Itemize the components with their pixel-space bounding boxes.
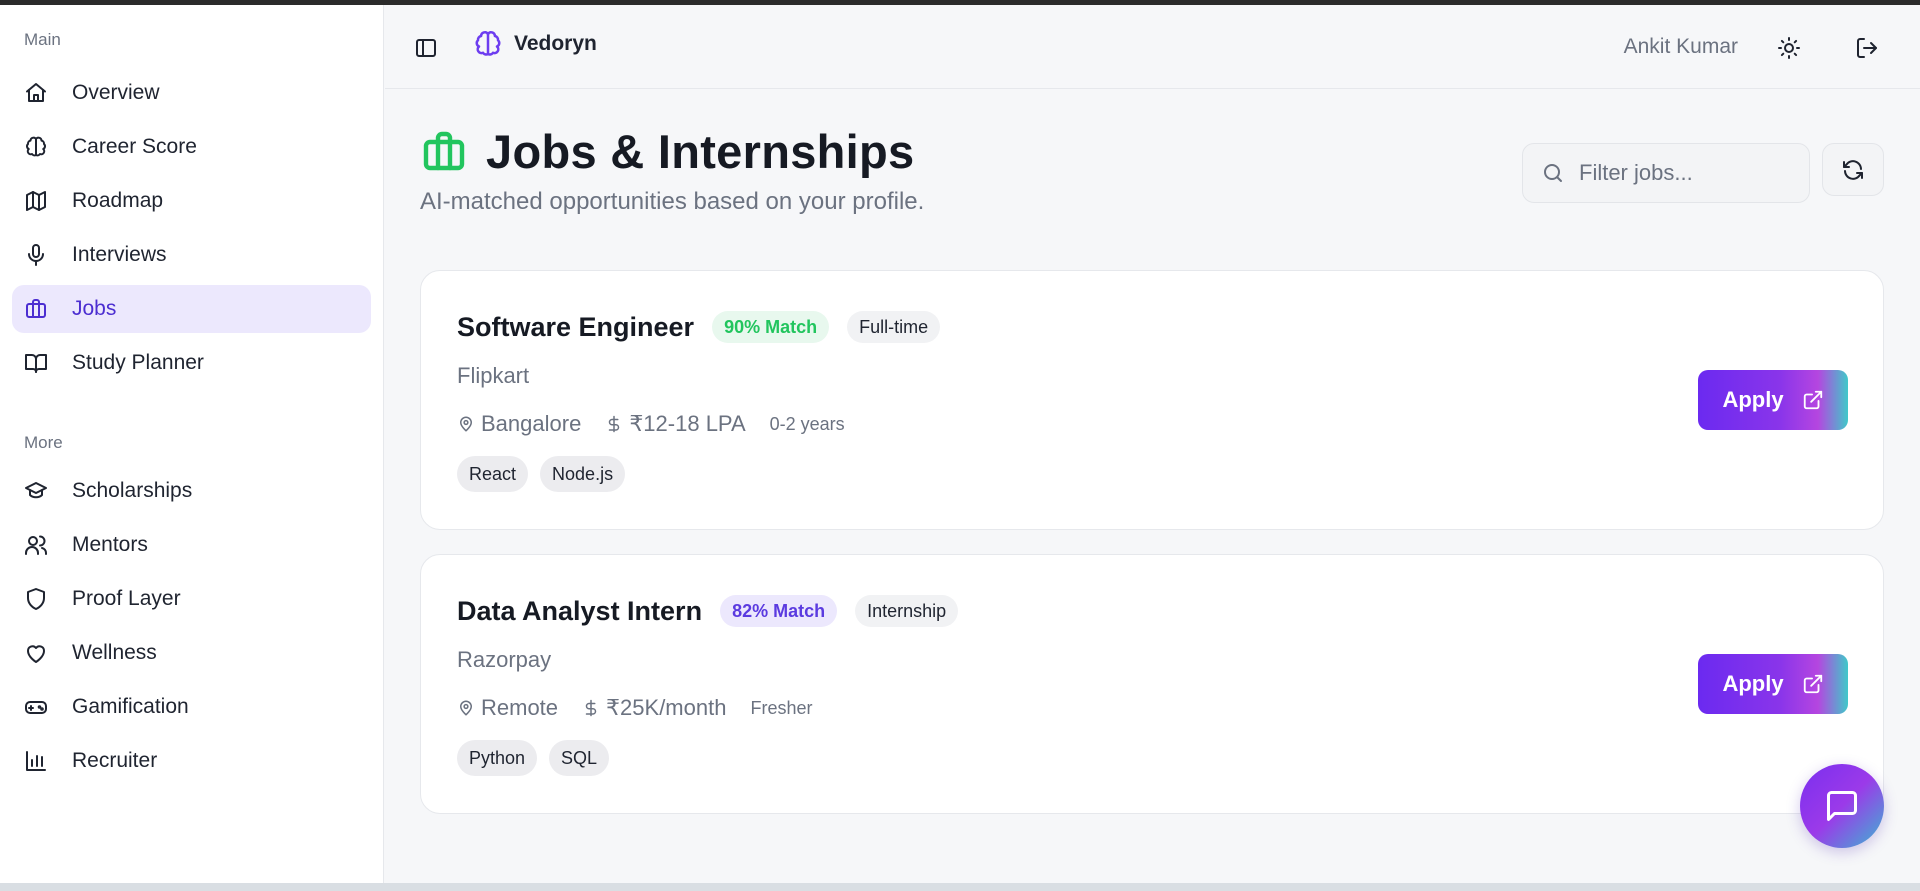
- match-badge: 82% Match: [720, 595, 838, 627]
- salary-text: ₹12-18 LPA: [629, 411, 746, 436]
- company-name: Flipkart: [457, 363, 530, 388]
- sidebar-item-scholarships[interactable]: Scholarships: [12, 467, 371, 515]
- job-salary: ₹12-18 LPA: [605, 411, 746, 437]
- sidebar-item-gamification[interactable]: Gamification: [12, 683, 371, 731]
- sidebar-item-label: Mentors: [72, 533, 148, 556]
- heart-icon: [24, 641, 48, 665]
- dollar-icon: [609, 415, 620, 433]
- microphone-icon: [24, 243, 48, 267]
- company-name: Razorpay: [457, 647, 552, 672]
- sidebar-item-label: Roadmap: [72, 189, 164, 212]
- job-location: Remote: [457, 695, 558, 721]
- graduation-cap-icon: [24, 479, 48, 503]
- sidebar-item-recruiter[interactable]: Recruiter: [12, 737, 371, 785]
- brain-icon: [24, 135, 48, 159]
- toggle-sidebar-button[interactable]: [411, 33, 441, 63]
- brain-logo-icon: [475, 31, 501, 56]
- briefcase-icon: [423, 131, 465, 170]
- logout-button[interactable]: [1851, 32, 1883, 64]
- external-link-icon: [1803, 674, 1822, 694]
- sidebar-item-proof-layer[interactable]: Proof Layer: [12, 575, 371, 623]
- dollar-icon: [585, 699, 597, 717]
- sidebar-item-label: Overview: [72, 81, 160, 104]
- panel-left-icon: [416, 39, 436, 57]
- job-title[interactable]: Software Engineer: [457, 312, 694, 343]
- sidebar-item-label: Wellness: [72, 641, 157, 664]
- location-text: Remote: [481, 695, 559, 720]
- skill-chip: Node.js: [540, 456, 626, 492]
- job-card: Software Engineer 90% Match Full-time Fl…: [420, 270, 1884, 530]
- job-title[interactable]: Data Analyst Intern: [457, 596, 702, 627]
- gamepad-icon: [24, 695, 48, 719]
- page-title: Jobs & Internships: [486, 125, 915, 178]
- job-type-badge: Internship: [855, 595, 959, 627]
- skill-chip: SQL: [549, 740, 610, 776]
- external-link-icon: [1803, 390, 1822, 410]
- logout-icon: [1857, 38, 1877, 58]
- apply-label: Apply: [1722, 387, 1784, 412]
- sidebar-item-wellness[interactable]: Wellness: [12, 629, 371, 677]
- sidebar-item-label: Proof Layer: [72, 587, 181, 610]
- chat-button[interactable]: [1800, 764, 1884, 848]
- bar-chart-icon: [24, 749, 48, 773]
- job-location: Bangalore: [457, 411, 581, 437]
- refresh-icon: [1843, 159, 1863, 180]
- job-type-badge: Full-time: [847, 311, 941, 343]
- message-square-icon: [1827, 791, 1857, 821]
- top-header: Vedoryn Ankit Kumar: [385, 5, 1920, 89]
- map-pin-icon: [460, 416, 472, 432]
- page-subtitle: AI-matched opportunities based on your p…: [420, 188, 925, 215]
- section-label-more: More: [24, 433, 63, 452]
- sidebar-item-label: Study Planner: [72, 351, 204, 374]
- refresh-button[interactable]: [1822, 143, 1884, 196]
- map-icon: [24, 189, 48, 213]
- sidebar-item-study-planner[interactable]: Study Planner: [12, 339, 371, 387]
- sidebar-item-label: Gamification: [72, 695, 189, 718]
- sidebar: Main Overview Career Score Roadmap Inter…: [0, 5, 384, 883]
- skill-chip: Python: [457, 740, 538, 776]
- sidebar-item-overview[interactable]: Overview: [12, 69, 371, 117]
- salary-text: ₹25K/month: [606, 695, 727, 720]
- apply-button[interactable]: Apply: [1698, 370, 1848, 430]
- section-label-main: Main: [24, 30, 61, 49]
- job-card: Data Analyst Intern 82% Match Internship…: [420, 554, 1884, 814]
- sidebar-item-label: Career Score: [72, 135, 197, 158]
- page-header: Jobs & Internships: [420, 124, 914, 179]
- shield-icon: [24, 587, 48, 611]
- apply-button[interactable]: Apply: [1698, 654, 1848, 714]
- location-text: Bangalore: [481, 411, 582, 436]
- search-input[interactable]: [1579, 160, 1799, 186]
- sidebar-item-jobs[interactable]: Jobs: [12, 285, 371, 333]
- filter-jobs-search: [1522, 143, 1810, 203]
- sidebar-item-label: Interviews: [72, 243, 167, 266]
- job-salary: ₹25K/month: [582, 695, 726, 721]
- job-experience: Fresher: [750, 697, 813, 718]
- brand[interactable]: Vedoryn: [473, 29, 597, 59]
- sidebar-item-roadmap[interactable]: Roadmap: [12, 177, 371, 225]
- apply-label: Apply: [1722, 671, 1784, 696]
- theme-toggle-button[interactable]: [1773, 32, 1805, 64]
- home-icon: [24, 81, 48, 105]
- briefcase-icon: [24, 297, 48, 321]
- sidebar-item-career-score[interactable]: Career Score: [12, 123, 371, 171]
- user-name[interactable]: Ankit Kumar: [1624, 35, 1738, 59]
- sidebar-item-label: Scholarships: [72, 479, 193, 502]
- sun-icon: [1778, 37, 1800, 59]
- sidebar-item-label: Recruiter: [72, 749, 158, 772]
- sidebar-item-interviews[interactable]: Interviews: [12, 231, 371, 279]
- sidebar-item-mentors[interactable]: Mentors: [12, 521, 371, 569]
- match-badge: 90% Match: [712, 311, 830, 343]
- skill-chip: React: [457, 456, 529, 492]
- book-open-icon: [24, 351, 48, 375]
- map-pin-icon: [460, 700, 472, 716]
- users-icon: [24, 533, 48, 557]
- sidebar-item-label: Jobs: [72, 297, 117, 320]
- job-experience: 0-2 years: [769, 413, 845, 434]
- search-icon: [1544, 164, 1562, 182]
- brand-name: Vedoryn: [514, 32, 597, 55]
